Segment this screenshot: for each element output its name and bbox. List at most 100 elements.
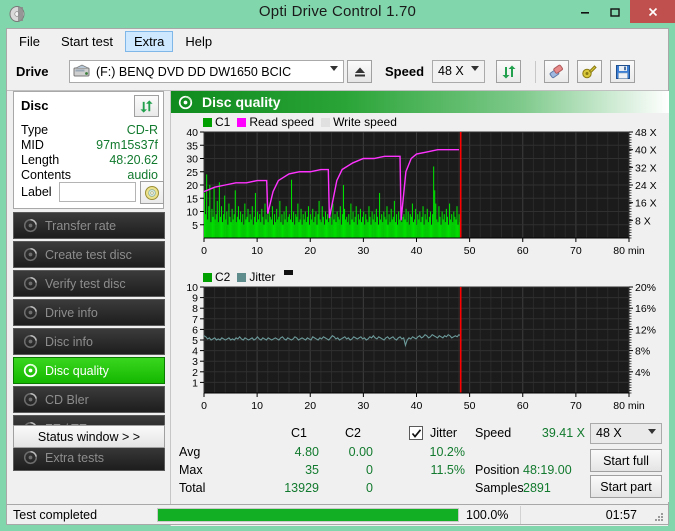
maximize-button[interactable] — [601, 0, 629, 23]
menu-help[interactable]: Help — [176, 31, 221, 52]
speed-label: Speed — [385, 64, 425, 79]
left-panel: Disc Type CD-R MID 97m15s37f Length 48:2… — [7, 91, 169, 526]
start-full-button[interactable]: Start full — [590, 449, 662, 472]
stats-avg-c2: 0.00 — [348, 445, 373, 459]
legend-swatch — [203, 272, 212, 282]
disc-row-value: audio — [127, 168, 158, 182]
svg-text:70: 70 — [570, 400, 582, 412]
stats-total-c2: 0 — [366, 481, 373, 495]
svg-text:0: 0 — [201, 245, 207, 257]
sidebar-item-create-test-disc[interactable]: Create test disc — [13, 241, 165, 268]
jitter-checkbox[interactable] — [409, 426, 423, 440]
disc-row-key: Contents — [21, 168, 72, 182]
svg-text:7: 7 — [192, 314, 198, 326]
svg-text:10: 10 — [251, 400, 263, 412]
sidebar-item-label: CD Bler — [45, 392, 89, 407]
svg-text:8: 8 — [192, 303, 198, 315]
chart1-legend: C1 Read speed Write speed — [203, 115, 404, 129]
disc-info-box: Disc Type CD-R MID 97m15s37f Length 48:2… — [13, 91, 164, 209]
svg-text:5: 5 — [192, 335, 198, 347]
resize-grip[interactable] — [653, 510, 665, 522]
status-separator — [520, 506, 521, 524]
disc-icon — [19, 276, 41, 291]
progress-fill — [158, 509, 458, 521]
refresh-icon — [502, 65, 515, 78]
disc-icon — [19, 247, 41, 262]
svg-text:60: 60 — [517, 245, 529, 257]
label-caption: Label — [21, 185, 52, 199]
svg-text:30: 30 — [358, 245, 370, 257]
disc-row-value: 97m15s37f — [96, 138, 158, 152]
stats-col-c1: C1 — [291, 426, 307, 440]
disc-refresh-button[interactable] — [134, 95, 159, 117]
sidebar-item-disc-info[interactable]: Disc info — [13, 328, 165, 355]
svg-text:30: 30 — [186, 154, 198, 166]
sidebar-item-cd-bler[interactable]: CD Bler — [13, 386, 165, 413]
stats-row-total-label: Total — [179, 481, 206, 495]
sidebar-item-drive-info[interactable]: Drive info — [13, 299, 165, 326]
test-speed-select[interactable]: 48 X — [590, 423, 662, 444]
disc-icon — [19, 218, 41, 233]
eject-button[interactable] — [347, 60, 372, 83]
close-button[interactable] — [630, 0, 675, 23]
speed-select[interactable]: 48 X — [432, 60, 485, 83]
chart2-canvas: 123456789104%8%12%16%20%0 10 20 30 40 50 60 70 8… — [186, 283, 656, 412]
svg-text:40: 40 — [411, 245, 423, 257]
tools-button[interactable] — [577, 60, 602, 83]
sidebar-item-label: Create test disc — [45, 247, 132, 262]
svg-text:80 min: 80 min — [613, 245, 645, 257]
title-bar: Opti Drive Control 1.70 — [0, 0, 675, 28]
drive-select[interactable]: (F:) BENQ DVD DD DW1650 BCIC — [69, 60, 344, 83]
svg-text:12%: 12% — [635, 324, 656, 336]
sidebar-item-label: Extra tests — [45, 450, 105, 465]
svg-text:8 X: 8 X — [635, 215, 651, 227]
svg-text:20: 20 — [186, 180, 198, 192]
svg-text:10: 10 — [251, 245, 263, 257]
menu-start-test[interactable]: Start test — [52, 31, 122, 52]
refresh-button[interactable] — [496, 60, 521, 83]
erase-icon — [549, 64, 563, 79]
stats-total-c1: 13929 — [284, 481, 319, 495]
sidebar-item-transfer-rate[interactable]: Transfer rate — [13, 212, 165, 239]
chevron-down-icon — [648, 429, 656, 434]
save-button[interactable] — [610, 60, 635, 83]
svg-text:48 X: 48 X — [635, 128, 657, 139]
menu-extra[interactable]: Extra — [124, 30, 174, 52]
stats-row-max-label: Max — [179, 463, 203, 477]
legend-swatch — [203, 117, 212, 127]
right-panel: Disc quality C1 Read speed Write speed 5… — [170, 91, 669, 526]
menu-file[interactable]: File — [10, 31, 49, 52]
label-input[interactable] — [59, 182, 136, 202]
status-text: Test completed — [13, 508, 98, 522]
progress-percent: 100.0% — [466, 508, 509, 522]
content-title: Disc quality — [202, 94, 281, 110]
drive-label: Drive — [16, 64, 49, 79]
content-header: Disc quality — [171, 91, 669, 113]
minimize-button[interactable] — [571, 0, 599, 23]
disc-panel-title: Disc — [21, 98, 49, 113]
samples-value: 2891 — [523, 481, 551, 495]
position-label: Position — [475, 463, 520, 477]
erase-button[interactable] — [544, 60, 569, 83]
start-part-button[interactable]: Start part — [590, 475, 662, 498]
sidebar-item-disc-quality[interactable]: Disc quality — [13, 357, 165, 384]
svg-text:24 X: 24 X — [635, 180, 657, 192]
svg-text:10: 10 — [186, 207, 198, 219]
sidebar-item-verify-test-disc[interactable]: Verify test disc — [13, 270, 165, 297]
drive-icon — [73, 64, 93, 79]
svg-text:40: 40 — [411, 400, 423, 412]
stats-avg-jitter: 10.2% — [429, 445, 465, 459]
drive-value: (F:) BENQ DVD DD DW1650 BCIC — [96, 64, 292, 79]
speed-readout-label: Speed — [475, 426, 512, 440]
label-read-button[interactable] — [140, 181, 164, 204]
refresh-icon — [140, 99, 153, 113]
cd-icon — [145, 185, 159, 200]
svg-text:8%: 8% — [635, 346, 650, 358]
tools-icon — [582, 65, 597, 79]
sidebar-item-extra-tests[interactable]: Extra tests — [13, 444, 165, 471]
toolbar-separator — [535, 61, 536, 83]
test-speed-value: 48 X — [596, 426, 622, 440]
disc-row-key: Type — [21, 123, 49, 137]
disc-row-value: 48:20.62 — [109, 153, 158, 167]
status-window-button[interactable]: Status window > > — [13, 425, 165, 448]
